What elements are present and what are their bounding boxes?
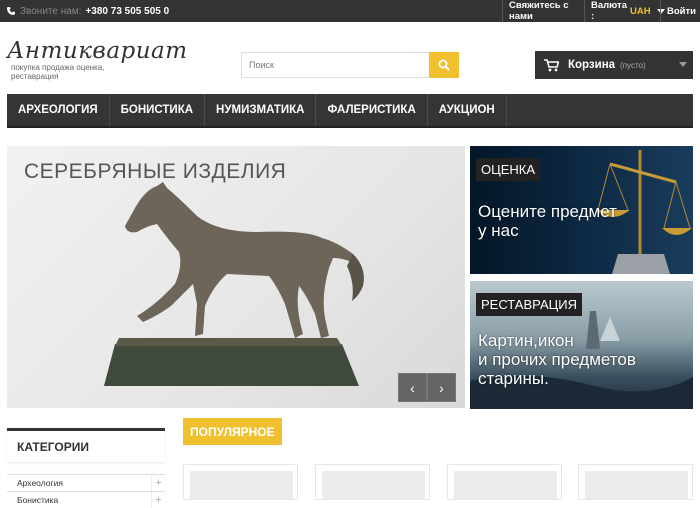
horse-statue-image [104,182,364,386]
menu-item-bonistics[interactable]: БОНИСТИКА [110,94,206,126]
product-image [190,471,293,499]
banner-tag-appraisal: ОЦЕНКА [476,158,541,181]
site-logo[interactable]: Антиквариат покупка продажа оценка, рест… [7,38,188,81]
category-label: Бонистика [17,495,59,505]
login-link[interactable]: Войти [660,0,700,22]
popular-tab[interactable]: ПОПУЛЯРНОЕ [183,418,282,445]
cart-status: (пусто) [620,60,646,70]
search-button[interactable] [429,52,459,78]
category-item-archaeology[interactable]: Археология + [7,474,165,491]
top-bar: Звоните нам: +380 73 505 505 0 Свяжитесь… [0,0,700,22]
search-box [241,52,459,78]
banner-text-restoration: Картин,икон и прочих предметов старины. [478,331,636,388]
logo-subtitle: покупка продажа оценка, реставрация [11,63,105,81]
cart-icon [544,58,559,72]
menu-item-auction[interactable]: АУКЦИОН [428,94,507,126]
banner-line: Оцените предмет [478,202,617,221]
banner-line: у нас [478,221,519,240]
chevron-right-icon[interactable]: › [427,373,456,402]
contact-link[interactable]: Свяжитесь с нами [502,0,584,22]
main-menu: АРХЕОЛОГИЯ БОНИСТИКА НУМИЗМАТИКА ФАЛЕРИС… [7,94,693,128]
currency-value: UAH [630,5,651,17]
phone-icon [7,7,15,15]
plus-icon[interactable]: + [151,492,165,508]
menu-item-numismatics[interactable]: НУМИЗМАТИКА [205,94,317,126]
phone-label: Звоните нам: [20,5,82,17]
currency-selector[interactable]: Валюта : UAH [584,0,665,22]
currency-label: Валюта : [591,0,627,22]
product-card[interactable] [447,464,562,500]
cart-button[interactable]: Корзина (пусто) [535,51,693,79]
banner-line: старины. [478,369,549,388]
slider-arrows: ‹ › [398,373,456,402]
search-icon [438,59,450,71]
product-image [322,471,425,499]
category-label: Археология [17,478,63,488]
banner-tag-restoration: РЕСТАВРАЦИЯ [476,293,582,316]
banner-appraisal[interactable]: ОЦЕНКА Оцените предмет у нас [470,146,693,274]
chevron-down-icon [679,62,687,67]
product-card[interactable] [578,464,693,500]
chevron-left-icon[interactable]: ‹ [398,373,427,402]
logo-title: Антиквариат [7,38,188,64]
phone-info: Звоните нам: +380 73 505 505 0 [6,0,169,22]
product-card[interactable] [315,464,430,500]
hero-slider[interactable]: СЕРЕБРЯНЫЕ ИЗДЕЛИЯ ‹ › [7,146,465,408]
banner-line: и прочих предметов [478,350,636,369]
banner-text-appraisal: Оцените предмет у нас [478,202,617,240]
cart-label: Корзина [568,59,616,71]
menu-item-faleristics[interactable]: ФАЛЕРИСТИКА [316,94,428,126]
product-card[interactable] [183,464,298,500]
banner-line: Картин,икон [478,331,574,350]
plus-icon[interactable]: + [151,475,165,491]
search-input[interactable] [242,53,430,77]
phone-number[interactable]: +380 73 505 505 0 [85,6,169,17]
product-image [454,471,557,499]
menu-item-archaeology[interactable]: АРХЕОЛОГИЯ [7,94,110,126]
product-image [585,471,688,499]
categories-heading: КАТЕГОРИИ [7,428,165,462]
banner-restoration[interactable]: РЕСТАВРАЦИЯ Картин,икон и прочих предмет… [470,281,693,409]
